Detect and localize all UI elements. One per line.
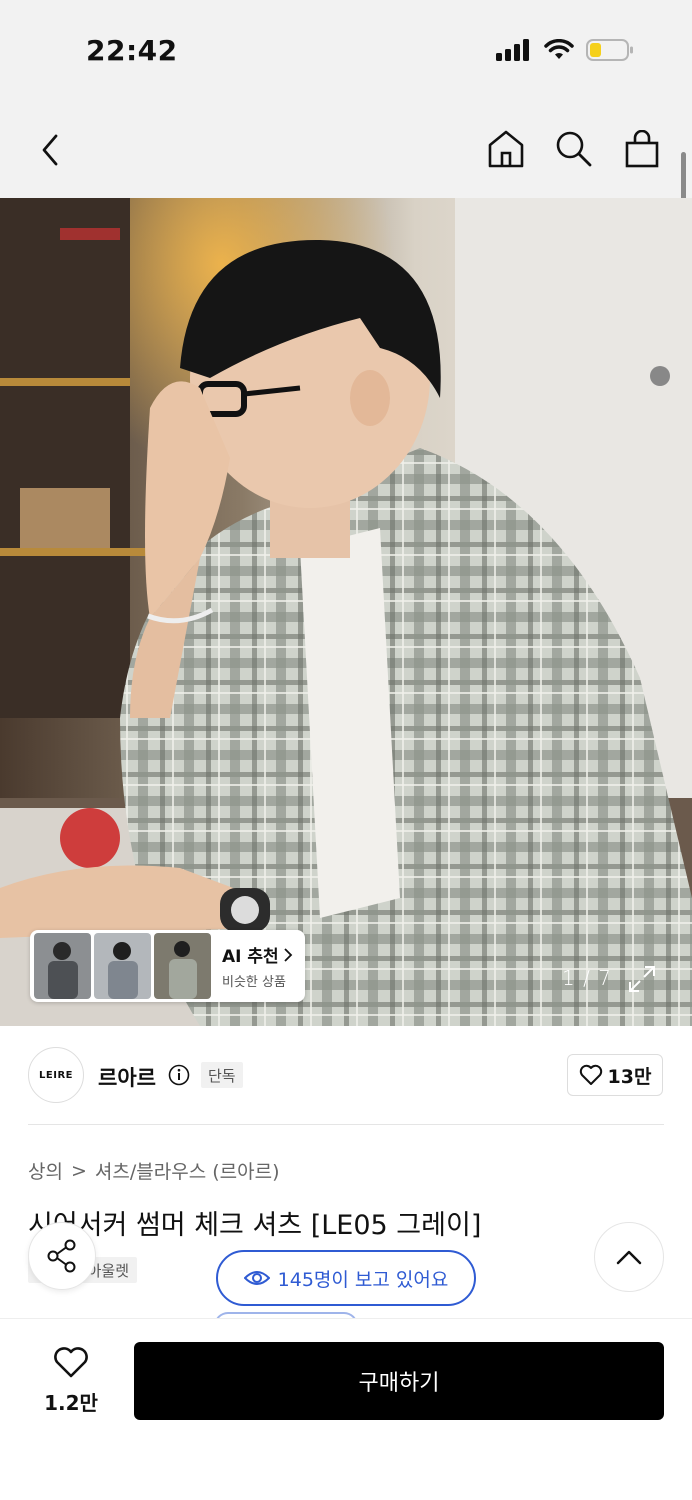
breadcrumb-separator: >: [70, 1159, 87, 1182]
brand-like-button[interactable]: 13만: [567, 1054, 663, 1096]
brand-logo[interactable]: LEIRE: [28, 1047, 84, 1103]
divider: [28, 1124, 664, 1125]
heart-icon: [579, 1064, 602, 1085]
cart-button[interactable]: [622, 128, 662, 170]
search-icon: [556, 131, 592, 167]
search-button[interactable]: [554, 128, 594, 170]
recommend-thumbnail[interactable]: [94, 933, 151, 999]
gallery-page-counter: 1 / 7: [562, 966, 612, 990]
chevron-left-icon: [42, 134, 58, 166]
nav-actions: [486, 128, 662, 170]
ai-recommend-card[interactable]: AI 추천 비슷한 상품: [30, 930, 305, 1002]
status-time: 22:42: [86, 34, 178, 67]
share-icon: [47, 1239, 76, 1273]
exclusive-badge: 단독: [201, 1062, 243, 1088]
product-title: 시어서커 썸머 체크 셔츠 [LE05 그레이]: [28, 1210, 482, 1241]
buy-button[interactable]: 구매하기: [134, 1342, 664, 1420]
wifi-icon: [544, 39, 574, 59]
status-bar: 22:42: [0, 0, 692, 100]
breadcrumb-category[interactable]: 상의: [28, 1157, 63, 1184]
chevron-right-icon: [284, 947, 292, 962]
scroll-top-button[interactable]: [594, 1222, 664, 1292]
brand-row: LEIRE 르아르 단독 13만: [0, 1026, 692, 1126]
signal-icon: [496, 39, 529, 61]
share-button[interactable]: [28, 1222, 96, 1290]
status-icons: [496, 38, 634, 62]
recommend-thumbnail[interactable]: [34, 933, 91, 999]
back-button[interactable]: [32, 130, 68, 170]
bag-icon: [625, 130, 659, 168]
product-image[interactable]: [0, 198, 692, 1026]
ai-recommend-title: AI 추천: [222, 942, 293, 967]
recommend-thumbnail[interactable]: [154, 933, 211, 999]
brand-like-count: 13만: [607, 1065, 652, 1088]
nav-bar: [0, 100, 692, 198]
chevron-up-icon: [616, 1250, 642, 1265]
heart-icon: [54, 1347, 88, 1378]
home-button[interactable]: [486, 128, 526, 170]
expand-icon[interactable]: [626, 963, 658, 995]
wishlist-count: 1.2만: [44, 1391, 98, 1415]
breadcrumb-subcategory[interactable]: 셔츠/블라우스 (르아르): [95, 1157, 280, 1184]
wishlist-button[interactable]: 1.2만: [38, 1347, 104, 1416]
home-icon: [488, 130, 524, 168]
brand-name[interactable]: 르아르: [98, 1062, 156, 1092]
viewers-text: 145명이 보고 있어요: [277, 1268, 449, 1291]
viewers-badge: 145명이 보고 있어요: [216, 1250, 476, 1306]
breadcrumb: 상의 > 셔츠/블라우스 (르아르): [28, 1157, 279, 1184]
battery-icon: [586, 39, 633, 61]
bottom-bar: 1.2만 구매하기: [0, 1318, 692, 1500]
eye-icon: [243, 1271, 270, 1285]
info-icon[interactable]: [168, 1064, 190, 1086]
ai-recommend-text[interactable]: AI 추천 비슷한 상품: [222, 942, 293, 990]
ai-recommend-subtitle: 비슷한 상품: [222, 975, 286, 990]
